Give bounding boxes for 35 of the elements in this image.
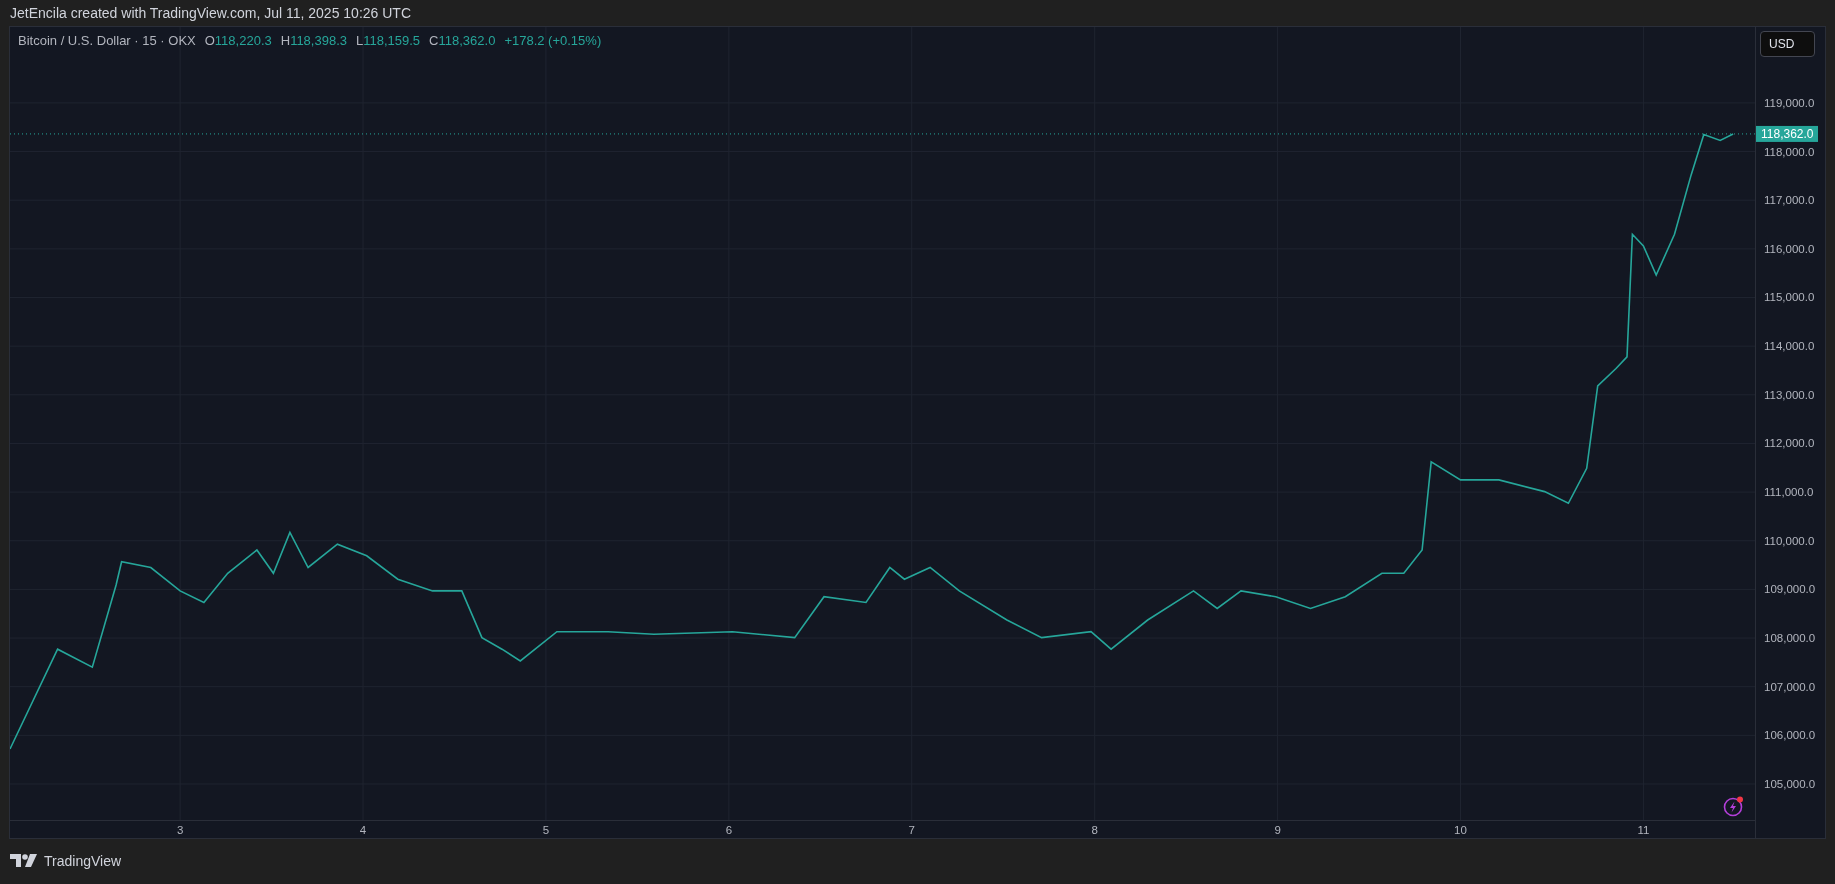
date-label: 8	[1091, 824, 1098, 836]
price-label: 105,000.0	[1764, 778, 1816, 790]
brand-name: TradingView	[44, 853, 122, 869]
price-label: 116,000.0	[1764, 242, 1815, 255]
ohlc-value: L118,159.5	[356, 33, 421, 48]
price-label: 110,000.0	[1764, 534, 1815, 547]
price-label: 117,000.0	[1764, 194, 1815, 207]
price-label: 107,000.0	[1764, 680, 1816, 693]
price-label: 109,000.0	[1764, 583, 1816, 596]
price-label: 118,000.0	[1764, 145, 1815, 158]
date-label: 10	[1454, 824, 1467, 836]
ohlc-value: C118,362.0	[429, 33, 496, 48]
date-label: 9	[1274, 824, 1281, 836]
price-label: 112,000.0	[1764, 437, 1815, 450]
date-label: 6	[725, 824, 733, 836]
date-label: 3	[176, 824, 184, 836]
date-label: 11	[1637, 824, 1650, 836]
currency-button[interactable]: USD	[1760, 31, 1815, 57]
price-label: 111,000.0	[1764, 486, 1814, 499]
ohlc-value: H118,398.3	[280, 33, 347, 48]
date-label: 4	[359, 824, 367, 836]
price-change: +178.2 (+0.15%)	[504, 33, 602, 48]
symbol-title: Bitcoin / U.S. Dollar · 15 · OKX	[18, 33, 196, 48]
lightning-icon[interactable]	[1723, 795, 1745, 817]
price-label: 113,000.0	[1764, 388, 1815, 401]
date-label: 5	[542, 824, 550, 836]
logo-icon	[10, 854, 40, 868]
price-label: 119,000.0	[1764, 96, 1815, 109]
date-label: 7	[908, 824, 915, 836]
price-label: 115,000.0	[1764, 291, 1815, 304]
price-label: 114,000.0	[1764, 340, 1815, 353]
attribution-text: JetEncila created with TradingView.com, Jul 11, 2025 10:26 UTC	[9, 4, 413, 23]
price-label: 108,000.0	[1764, 632, 1816, 645]
ohlc-value: O118,220.3	[204, 33, 272, 48]
price-label: 106,000.0	[1764, 729, 1816, 742]
